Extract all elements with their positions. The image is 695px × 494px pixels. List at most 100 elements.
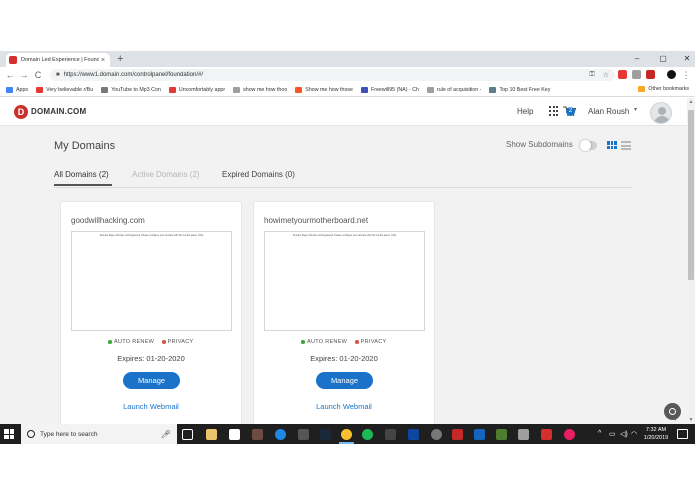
tab-all-domains[interactable]: All Domains (2)	[54, 170, 109, 179]
tab-active-domains[interactable]: Active Domains (2)	[132, 170, 200, 179]
manage-button[interactable]: Manage	[316, 372, 373, 389]
avatar[interactable]	[650, 102, 672, 124]
help-link[interactable]: Help	[517, 107, 533, 116]
domain-logo-icon[interactable]: D	[14, 105, 28, 119]
taskbar-clock[interactable]: 7:32 AM 1/20/2019	[640, 426, 672, 442]
privacy-status: PRIVACY	[162, 339, 193, 345]
edge-icon[interactable]	[275, 429, 286, 440]
site-header: D DOMAIN.COM Help Alan Roush ▾	[0, 98, 687, 126]
grid-view-icon[interactable]	[607, 141, 617, 150]
windows-start-icon[interactable]	[4, 429, 14, 439]
reload-button[interactable]: C	[32, 69, 44, 81]
domain-card: goodwillhacking.com Domain Page: Domain …	[60, 201, 242, 424]
new-tab-button[interactable]: +	[117, 53, 123, 65]
app-icon[interactable]	[431, 429, 442, 440]
star-icon[interactable]: ☆	[603, 71, 609, 79]
bookmark-label: Freewill95 (NA) - Ch	[370, 86, 419, 93]
screen-bottom-margin	[0, 444, 695, 494]
profile-icon[interactable]	[667, 70, 676, 79]
other-bookmarks-label: Other bookmarks	[648, 86, 689, 92]
lock-icon: ■	[56, 72, 60, 78]
back-button[interactable]: ←	[4, 69, 16, 81]
close-window-button[interactable]: ✕	[680, 53, 694, 65]
logo-text[interactable]: DOMAIN.COM	[31, 107, 86, 116]
bookmark-label: Very believable r/Bu	[46, 86, 94, 93]
word-icon[interactable]	[474, 429, 485, 440]
app-icon[interactable]	[298, 429, 309, 440]
notifications-icon[interactable]	[677, 429, 688, 439]
file-explorer-icon[interactable]	[206, 429, 217, 440]
address-bar[interactable]: ■ https://www1.domain.com/controlpanel/f…	[50, 69, 615, 81]
bookmark-item[interactable]: Uncomfortably appr	[168, 86, 225, 93]
bookmark-icon	[6, 86, 13, 93]
bookmark-item[interactable]: Apps	[6, 86, 29, 93]
scroll-down-icon[interactable]: ▼	[687, 416, 695, 424]
tab-expired-domains[interactable]: Expired Domains (0)	[222, 170, 295, 179]
page-scrollbar[interactable]: ▲ ▼	[687, 98, 695, 424]
chat-icon[interactable]	[664, 403, 681, 421]
bookmark-item[interactable]: rule of acquisition -	[426, 86, 481, 93]
url-text: https://www1.domain.com/controlpanel/fou…	[63, 72, 204, 78]
bookmark-item[interactable]: YouTube to Mp3 Con	[101, 86, 161, 93]
battery-icon[interactable]: ▭	[609, 430, 616, 438]
taskbar-search[interactable]: Type here to search 🎤︎	[21, 424, 177, 444]
app-icon[interactable]	[252, 429, 263, 440]
spotify-icon[interactable]	[362, 429, 373, 440]
app-icon[interactable]	[385, 429, 396, 440]
apps-grid-icon[interactable]	[549, 106, 559, 116]
task-view-icon[interactable]	[182, 429, 193, 440]
extension-icon[interactable]	[632, 70, 641, 79]
bookmark-item[interactable]: Top 10 Best Free Key	[489, 86, 550, 93]
mail-icon[interactable]	[229, 429, 240, 440]
bookmark-label: Apps	[16, 86, 29, 93]
site-preview: Domain Page: Domain not Registered. Plea…	[71, 231, 232, 331]
bookmark-item[interactable]: show me how thoo	[233, 86, 287, 93]
manage-button[interactable]: Manage	[123, 372, 180, 389]
bookmark-item[interactable]: Freewill95 (NA) - Ch	[360, 86, 419, 93]
app-icon[interactable]	[518, 429, 529, 440]
domain-name[interactable]: goodwillhacking.com	[71, 216, 145, 225]
forward-button[interactable]: →	[18, 69, 30, 81]
bookmark-icon	[101, 86, 109, 93]
screen: Domain Led Experience | Foundation × + –…	[0, 0, 695, 494]
browser-tab[interactable]: Domain Led Experience | Foundation ×	[6, 53, 110, 67]
user-name[interactable]: Alan Roush	[588, 107, 629, 116]
bookmark-icon	[36, 86, 44, 93]
folder-icon	[638, 86, 646, 92]
bookmark-label: Show me how those	[305, 86, 353, 93]
bookmark-item[interactable]: Show me how those	[295, 86, 353, 93]
key-icon[interactable]: ⚿	[589, 71, 594, 79]
scroll-thumb[interactable]	[688, 110, 694, 280]
chrome-icon[interactable]	[341, 429, 352, 440]
volume-icon[interactable]: ◁)	[620, 430, 628, 438]
tray-expand-icon[interactable]: ^	[598, 430, 601, 437]
other-bookmarks[interactable]: Other bookmarks	[638, 86, 689, 92]
maximize-button[interactable]: ▢	[656, 53, 670, 65]
scroll-up-icon[interactable]: ▲	[687, 98, 695, 106]
bookmark-item[interactable]: Very believable r/Bu	[36, 86, 94, 93]
close-icon[interactable]: ×	[99, 57, 107, 64]
list-view-icon[interactable]	[621, 141, 631, 150]
launch-webmail-link[interactable]: Launch Webmail	[254, 402, 434, 411]
menu-icon[interactable]: ⋮	[680, 69, 692, 81]
steam-icon[interactable]	[320, 429, 331, 440]
microphone-icon[interactable]: 🎤︎	[161, 430, 171, 439]
app-icon[interactable]	[408, 429, 419, 440]
launch-webmail-link[interactable]: Launch Webmail	[61, 402, 241, 411]
auto-renew-label: AUTO RENEW	[306, 339, 348, 345]
show-subdomains-toggle[interactable]	[580, 140, 597, 151]
extension-icon[interactable]	[646, 70, 655, 79]
app-icon[interactable]	[452, 429, 463, 440]
bookmark-icon	[489, 86, 497, 93]
acrobat-icon[interactable]	[541, 429, 552, 440]
extension-icon[interactable]	[618, 70, 627, 79]
itunes-icon[interactable]	[564, 429, 575, 440]
chevron-down-icon[interactable]: ▾	[634, 106, 637, 113]
minecraft-icon[interactable]	[496, 429, 507, 440]
wifi-icon[interactable]: ◠	[631, 430, 637, 438]
minimize-button[interactable]: –	[630, 53, 644, 65]
preview-text: Domain Page: Domain not Registered. Plea…	[99, 234, 204, 237]
status-row: AUTO RENEW PRIVACY	[61, 339, 241, 345]
expiry-date: Expires: 01-20-2020	[310, 354, 378, 363]
domain-name[interactable]: howimetyourmotherboard.net	[264, 216, 368, 225]
